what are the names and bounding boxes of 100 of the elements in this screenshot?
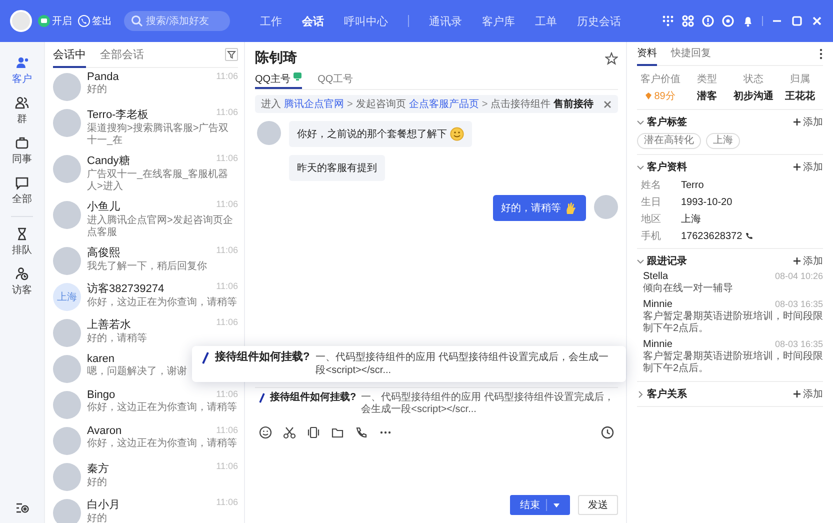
add-button[interactable]: 添加: [793, 115, 823, 129]
add-button[interactable]: 添加: [793, 160, 823, 174]
stat-value: 王花花: [784, 90, 815, 103]
scissors-icon[interactable]: [283, 426, 296, 439]
chevron-down-icon[interactable]: [637, 258, 644, 264]
path-link[interactable]: 腾讯企点官网: [284, 97, 344, 111]
add-button[interactable]: 添加: [793, 254, 823, 268]
record-time: 08-03 16:35: [774, 299, 823, 310]
path-separator: >: [482, 98, 488, 110]
conversation-item[interactable]: 秦方 11:06 好的: [53, 458, 238, 494]
record-time: 08-04 10:26: [774, 271, 823, 282]
conversation-item[interactable]: 白小月 11:06 好的: [53, 494, 238, 523]
online-button[interactable]: 开启: [38, 14, 72, 28]
bell-icon[interactable]: [742, 15, 754, 27]
chevron-down-icon[interactable]: [637, 118, 644, 126]
quick-reply-suggestion[interactable]: 接待组件如何挂载? 一、代码型接待组件的应用 代码型接待组件设置完成后，会生成一段<script></scr...: [255, 387, 618, 420]
nav-tab[interactable]: 历史会话: [577, 14, 621, 28]
path-step: 点击接待组件: [490, 97, 551, 111]
message-preview: 好的: [87, 477, 108, 489]
sign-out-button[interactable]: 签出: [78, 14, 112, 28]
section-title: 客户关系: [647, 387, 687, 401]
help-icon[interactable]: [702, 15, 714, 27]
profile-tab[interactable]: 快捷回复: [671, 42, 711, 66]
avatar: [53, 355, 81, 383]
caret-icon: [553, 502, 560, 508]
avatar: [53, 109, 81, 137]
rail-tab[interactable]: 同事: [12, 136, 32, 166]
avatar: [53, 427, 81, 455]
rail-tab[interactable]: 排队: [12, 227, 32, 257]
conversation-item[interactable]: Candy糖 11:06 广告双十一_在线客服_客服机器人>进入: [53, 150, 238, 196]
smiley-icon[interactable]: [259, 426, 272, 439]
path-link[interactable]: 企点客服产品页: [408, 97, 479, 111]
list-tab[interactable]: 全部会话: [100, 42, 144, 68]
dial-pad-icon[interactable]: [662, 15, 674, 27]
star-icon[interactable]: [605, 52, 618, 64]
folder-icon[interactable]: [331, 426, 344, 439]
send-button[interactable]: 发送: [578, 495, 618, 515]
end-button[interactable]: 结束: [510, 495, 570, 515]
conversation-item[interactable]: Panda 11:06 好的: [53, 68, 238, 104]
message-preview: 你好，这边正在为你查询，请稍等: [87, 438, 238, 450]
add-button[interactable]: 添加: [793, 387, 823, 401]
author-name: Stella: [643, 271, 668, 282]
suggestion-text: 一、代码型接待组件的应用 代码型接待组件设置完成后，会生成一段<script></scr...: [316, 351, 610, 377]
nav-tab[interactable]: 工作: [260, 14, 282, 28]
rail-tab[interactable]: 群: [15, 96, 29, 126]
nav-tab[interactable]: 呼叫中心: [344, 14, 388, 28]
nav-tab[interactable]: 通讯录: [429, 14, 462, 28]
field-value: Terro: [681, 180, 704, 190]
account-tab[interactable]: QQ主号: [255, 70, 302, 89]
call-icon[interactable]: [355, 426, 368, 439]
history-icon[interactable]: [601, 426, 614, 439]
list-tab[interactable]: 会话中: [53, 42, 86, 68]
message-preview: 嗯，问题解决了，谢谢: [87, 366, 188, 378]
suggestion-title: 接待组件如何挂载?: [270, 392, 356, 404]
conversation-item[interactable]: 高俊熙 11:06 我先了解一下，稍后回复你: [53, 242, 238, 278]
message-time: 11:06: [216, 389, 238, 401]
message-time: 11:06: [216, 245, 238, 257]
stat-value: 89分: [654, 90, 676, 103]
message-preview: 广告双十一_在线客服_客服机器人>进入: [87, 169, 230, 193]
visitor-icon: [15, 267, 29, 281]
message-preview: 你好，这边正在为你查询，请稍等: [87, 402, 238, 414]
record-text: 客户暂定暑期英语进阶班培训，时间段限制下午2点后。: [643, 351, 823, 375]
nav-tab[interactable]: 工单: [535, 14, 557, 28]
close-icon[interactable]: [603, 100, 612, 108]
contact-name: Candy糖: [87, 154, 130, 168]
conversation-item[interactable]: 小鱼儿 11:06 进入腾讯企点官网>发起咨询页企点客服: [53, 196, 238, 242]
field-value: 17623628372: [681, 230, 742, 242]
plus-icon: [793, 390, 801, 398]
message-preview: 你好，这边正在为你查询，请稍等: [87, 297, 238, 309]
phone-frame-icon[interactable]: [307, 426, 320, 439]
more-icon[interactable]: [819, 48, 823, 60]
quick-reply-popup[interactable]: 接待组件如何挂载? 一、代码型接待组件的应用 代码型接待组件设置完成后，会生成一段<script></scr...: [192, 346, 626, 382]
search-field[interactable]: 搜索/添加好友: [124, 11, 230, 31]
path-separator: >: [347, 98, 353, 110]
phone-icon[interactable]: [745, 232, 754, 240]
settings-icon[interactable]: [15, 501, 29, 515]
rail-tab[interactable]: 客户: [12, 56, 32, 86]
account-tab[interactable]: QQ工号: [318, 70, 354, 89]
grid-icon[interactable]: [682, 15, 694, 27]
conversation-item[interactable]: 上海 访客382739274 11:06 你好，这边正在为你查询，请稍等: [53, 278, 238, 314]
conversation-item[interactable]: Terro-李老板 11:06 渠道搜狗>搜索腾讯客服>广告双十一_在: [53, 104, 238, 150]
filter-icon[interactable]: [225, 48, 238, 61]
maximize-icon[interactable]: [791, 15, 803, 27]
author-name: Minnie: [643, 339, 672, 350]
conversation-item[interactable]: Bingo 11:06 你好，这边正在为你查询，请稍等: [53, 386, 238, 422]
search-icon: [131, 15, 143, 27]
nav-tab[interactable]: 客户库: [482, 14, 515, 28]
hourglass-icon: [15, 227, 29, 241]
contact-name: 小鱼儿: [87, 200, 120, 214]
rail-tab[interactable]: 访客: [12, 267, 32, 297]
stat-value: 潜客: [696, 89, 717, 103]
field-label: 姓名: [641, 179, 662, 192]
rail-tab[interactable]: 全部: [12, 176, 32, 206]
chevron-right-icon[interactable]: [637, 390, 644, 398]
profile-tab[interactable]: 资料: [637, 42, 657, 66]
conversation-item[interactable]: Avaron 11:06 你好，这边正在为你查询，请稍等: [53, 422, 238, 458]
contact-name: Terro-李老板: [87, 108, 149, 122]
chevron-down-icon[interactable]: [637, 164, 644, 170]
avatar: 上海: [53, 283, 81, 311]
nav-tab[interactable]: 会话: [302, 14, 324, 28]
